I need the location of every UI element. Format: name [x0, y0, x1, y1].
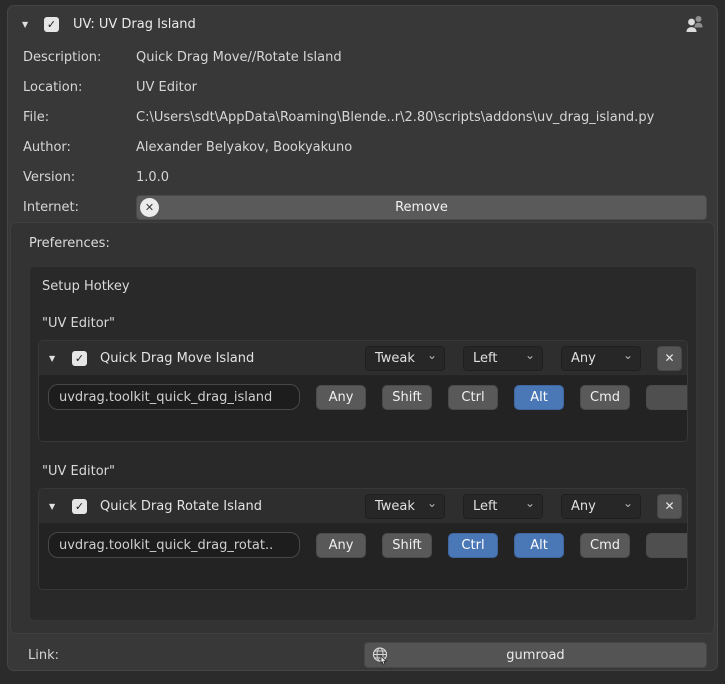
event-value-dropdown[interactable]: Any ⌄ [561, 494, 641, 519]
chevron-down-icon: ⌄ [525, 350, 535, 360]
keymap-item-name: Quick Drag Rotate Island [100, 499, 347, 514]
expand-triangle-icon[interactable]: ▼ [49, 502, 63, 511]
keymap-label-uv-editor-1: "UV Editor" [38, 316, 688, 331]
location-value: UV Editor [136, 80, 197, 95]
info-row-description: Description: Quick Drag Move//Rotate Isl… [8, 42, 717, 72]
gumroad-link-button[interactable]: gumroad [364, 642, 707, 668]
modifier-cmd-button[interactable]: Cmd [580, 385, 630, 410]
expand-triangle-icon[interactable]: ▼ [49, 354, 63, 363]
remove-keymap-button[interactable]: ✕ [657, 346, 682, 371]
file-path-value: C:\Users\sdt\AppData\Roaming\Blende..r\2… [136, 110, 654, 125]
location-label: Location: [23, 80, 136, 95]
modifier-ctrl-button[interactable]: Ctrl [448, 533, 498, 558]
setup-hotkey-label: Setup Hotkey [38, 279, 688, 294]
keymap-item-header: ▼ ✓ Quick Drag Rotate Island Tweak ⌄ Lef… [39, 489, 687, 524]
modifier-ctrl-button[interactable]: Ctrl [448, 385, 498, 410]
keymap-item-body: Any Shift Ctrl Alt Cmd [39, 376, 687, 441]
internet-label: Internet: [23, 200, 136, 215]
chevron-down-icon: ⌄ [623, 350, 633, 360]
modifier-alt-button[interactable]: Alt [514, 533, 564, 558]
info-row-author: Author: Alexander Belyakov, Bookyakuno [8, 132, 717, 162]
description-value: Quick Drag Move//Rotate Island [136, 50, 342, 65]
chevron-down-icon: ⌄ [427, 350, 437, 360]
community-users-icon [683, 14, 705, 34]
event-type-dropdown[interactable]: Tweak ⌄ [365, 494, 445, 519]
operator-idname-input[interactable] [48, 384, 300, 410]
event-type-dropdown[interactable]: Tweak ⌄ [365, 346, 445, 371]
keymap-item-name: Quick Drag Move Island [100, 351, 347, 366]
expand-triangle-icon[interactable]: ▼ [22, 20, 36, 29]
mouse-button-dropdown[interactable]: Left ⌄ [463, 494, 543, 519]
url-globe-icon [371, 646, 390, 669]
keymap-item-header: ▼ ✓ Quick Drag Move Island Tweak ⌄ Left … [39, 341, 687, 376]
addon-title: UV: UV Drag Island [73, 17, 196, 32]
modifier-empty-button[interactable] [646, 533, 688, 558]
keymap-enabled-checkbox[interactable]: ✓ [72, 351, 87, 366]
keymap-label-uv-editor-2: "UV Editor" [38, 464, 688, 479]
modifier-alt-button[interactable]: Alt [514, 385, 564, 410]
modifier-any-button[interactable]: Any [316, 533, 366, 558]
info-row-version: Version: 1.0.0 [8, 162, 717, 192]
author-label: Author: [23, 140, 136, 155]
info-row-internet: Internet: ✕ Remove [8, 192, 717, 223]
event-type-value: Tweak [375, 351, 427, 366]
mouse-button-value: Left [473, 499, 525, 514]
info-row-location: Location: UV Editor [8, 72, 717, 102]
link-row: Link: gumroad [8, 640, 717, 670]
author-value: Alexander Belyakov, Bookyakuno [136, 140, 352, 155]
modifier-cmd-button[interactable]: Cmd [580, 533, 630, 558]
event-value-value: Any [571, 351, 623, 366]
info-row-file: File: C:\Users\sdt\AppData\Roaming\Blend… [8, 102, 717, 132]
mouse-button-dropdown[interactable]: Left ⌄ [463, 346, 543, 371]
modifier-empty-button[interactable] [646, 385, 688, 410]
keymap-enabled-checkbox[interactable]: ✓ [72, 499, 87, 514]
modifier-shift-button[interactable]: Shift [382, 385, 432, 410]
description-label: Description: [23, 50, 136, 65]
version-label: Version: [23, 170, 136, 185]
addon-panel: ▼ ✓ UV: UV Drag Island Description: Quic… [7, 5, 718, 671]
link-label: Link: [28, 648, 141, 663]
mouse-button-value: Left [473, 351, 525, 366]
remove-button-label: Remove [395, 200, 448, 215]
addon-header: ▼ ✓ UV: UV Drag Island [8, 6, 717, 42]
preferences-section: Preferences: Setup Hotkey "UV Editor" ▼ … [10, 222, 715, 634]
event-value-value: Any [571, 499, 623, 514]
file-label: File: [23, 110, 136, 125]
gumroad-button-label: gumroad [506, 648, 564, 663]
cancel-circle-icon: ✕ [140, 198, 159, 217]
chevron-down-icon: ⌄ [427, 498, 437, 508]
chevron-down-icon: ⌄ [623, 498, 633, 508]
modifier-any-button[interactable]: Any [316, 385, 366, 410]
event-type-value: Tweak [375, 499, 427, 514]
operator-idname-input[interactable] [48, 532, 300, 558]
hotkey-setup-box: Setup Hotkey "UV Editor" ▼ ✓ Quick Drag … [29, 266, 697, 621]
remove-keymap-button[interactable]: ✕ [657, 494, 682, 519]
keymap-item-body: Any Shift Ctrl Alt Cmd [39, 524, 687, 589]
event-value-dropdown[interactable]: Any ⌄ [561, 346, 641, 371]
keymap-item-move-island: ▼ ✓ Quick Drag Move Island Tweak ⌄ Left … [38, 340, 688, 442]
version-value: 1.0.0 [136, 170, 169, 185]
modifier-shift-button[interactable]: Shift [382, 533, 432, 558]
preferences-title: Preferences: [11, 223, 714, 251]
addon-enabled-checkbox[interactable]: ✓ [44, 17, 59, 32]
keymap-item-rotate-island: ▼ ✓ Quick Drag Rotate Island Tweak ⌄ Lef… [38, 488, 688, 590]
remove-addon-button[interactable]: ✕ Remove [136, 195, 707, 220]
chevron-down-icon: ⌄ [525, 498, 535, 508]
